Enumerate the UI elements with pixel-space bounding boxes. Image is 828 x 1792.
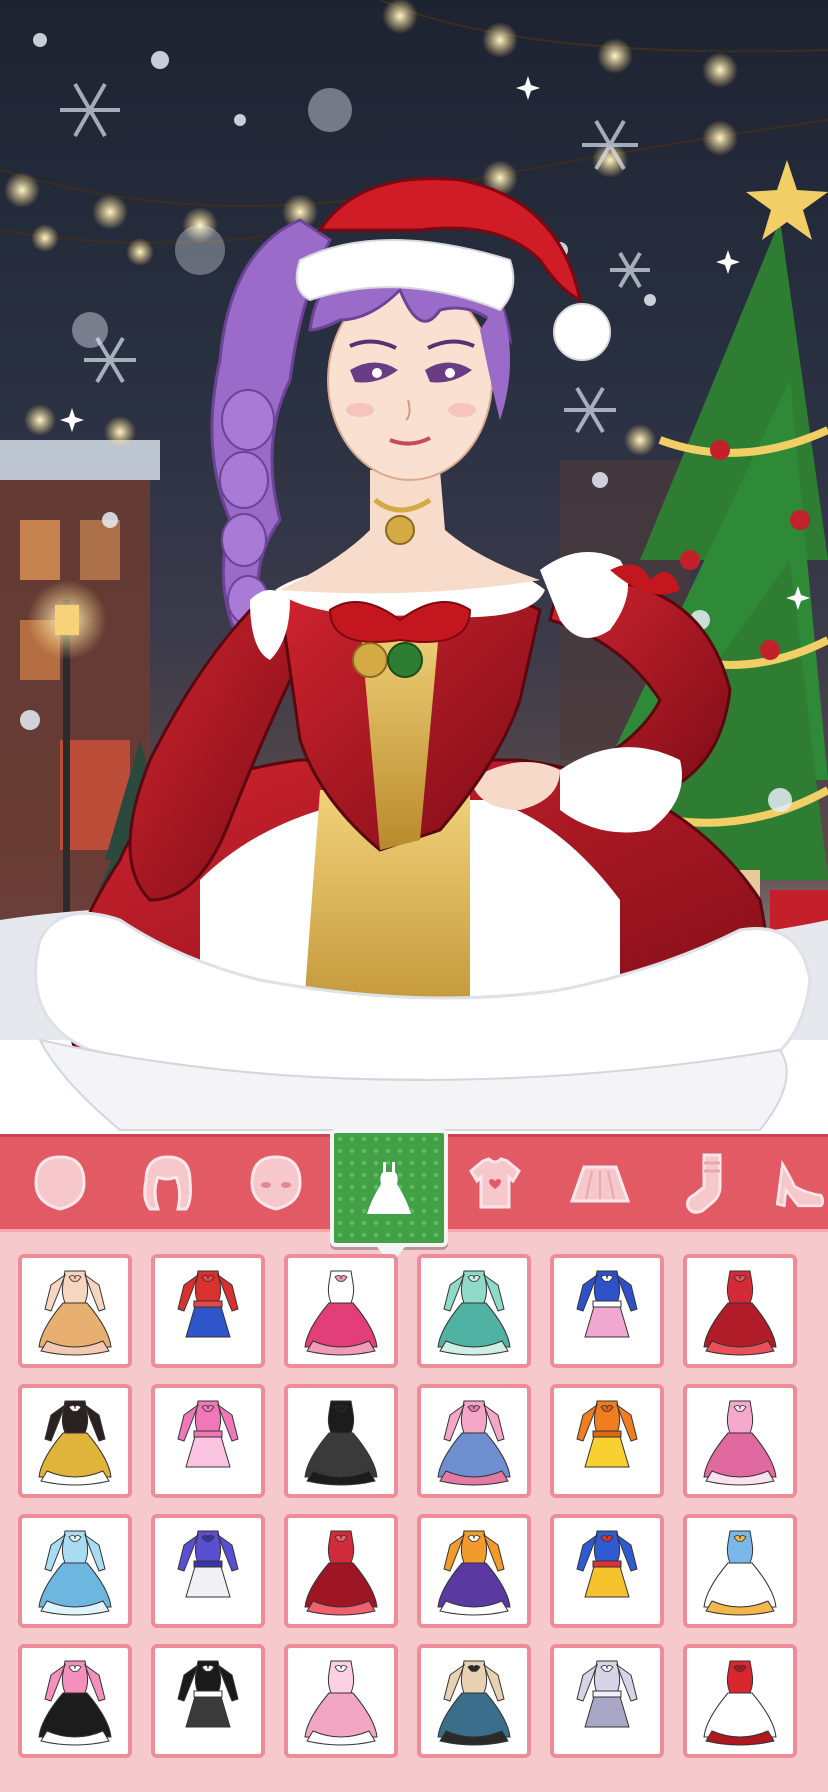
teal-cream-dress-thumbnail bbox=[437, 1660, 511, 1746]
outfit-item-blue-white-lolita-dress[interactable] bbox=[683, 1514, 797, 1628]
outfit-item-pink-ruffle-skirt-set[interactable] bbox=[284, 1254, 398, 1368]
outfit-item-mint-check-dress[interactable] bbox=[417, 1254, 531, 1368]
silver-satin-dress-thumbnail bbox=[576, 1660, 638, 1728]
skirt-icon bbox=[569, 1165, 631, 1203]
blue-white-lolita-dress-thumbnail bbox=[703, 1530, 777, 1616]
pink-bow-dress-thumbnail bbox=[703, 1400, 777, 1486]
outfit-item-blue-yellow-magical-dress[interactable] bbox=[550, 1514, 664, 1628]
outfit-item-pink-gingham-dress[interactable] bbox=[151, 1384, 265, 1498]
red-blue-jacket-shorts-thumbnail bbox=[177, 1270, 239, 1338]
mint-check-dress-thumbnail bbox=[437, 1270, 511, 1356]
outfit-item-silver-satin-dress[interactable] bbox=[550, 1644, 664, 1758]
orange-pinafore-dress-thumbnail bbox=[576, 1400, 638, 1468]
shoes-category[interactable] bbox=[772, 1145, 828, 1221]
blue-yellow-magical-dress-thumbnail bbox=[576, 1530, 638, 1598]
pink-ruffle-skirt-set-thumbnail bbox=[304, 1270, 378, 1356]
outfit-item-purple-jacket-white-skirt[interactable] bbox=[151, 1514, 265, 1628]
red-white-ruffle-dress-thumbnail bbox=[703, 1660, 777, 1746]
face-features-category[interactable] bbox=[236, 1145, 316, 1221]
top-category[interactable] bbox=[455, 1145, 535, 1221]
scene-artwork bbox=[0, 0, 828, 1134]
category-bar bbox=[0, 1129, 828, 1265]
outfit-item-red-white-ruffle-dress[interactable] bbox=[683, 1644, 797, 1758]
outfit-item-teal-cream-dress[interactable] bbox=[417, 1644, 531, 1758]
icy-blue-ballgown-thumbnail bbox=[38, 1530, 112, 1616]
blue-vest-plaid-skirt-thumbnail bbox=[576, 1270, 638, 1338]
face-features-icon bbox=[250, 1155, 302, 1211]
outfit-item-red-blue-jacket-shorts[interactable] bbox=[151, 1254, 265, 1368]
outfit-item-icy-blue-ballgown[interactable] bbox=[18, 1514, 132, 1628]
pastel-pink-frill-dress-thumbnail bbox=[304, 1660, 378, 1746]
outfit-grid bbox=[18, 1254, 810, 1758]
hair-icon bbox=[143, 1155, 192, 1211]
face-shape-icon bbox=[34, 1155, 86, 1211]
outfit-item-blue-vest-plaid-skirt[interactable] bbox=[550, 1254, 664, 1368]
outfit-item-peach-angel-dress[interactable] bbox=[18, 1254, 132, 1368]
skirt-category[interactable] bbox=[560, 1145, 640, 1221]
outfit-item-black-lace-gown[interactable] bbox=[284, 1384, 398, 1498]
outfit-item-pink-blouse-denim-skirt[interactable] bbox=[417, 1384, 531, 1498]
pink-blouse-denim-skirt-thumbnail bbox=[437, 1400, 511, 1486]
black-leather-jacket-set-thumbnail bbox=[177, 1660, 239, 1728]
pink-top-black-skirt-thumbnail bbox=[38, 1660, 112, 1746]
outfit-item-orange-pinafore-dress[interactable] bbox=[550, 1384, 664, 1498]
dress-icon bbox=[367, 1162, 411, 1214]
heel-shoe-icon bbox=[775, 1159, 825, 1208]
sock-icon bbox=[686, 1153, 722, 1214]
red-tiered-dress-thumbnail bbox=[703, 1270, 777, 1356]
peach-angel-dress-thumbnail bbox=[38, 1270, 112, 1356]
outfit-item-pink-top-black-skirt[interactable] bbox=[18, 1644, 132, 1758]
red-rose-gown-thumbnail bbox=[304, 1530, 378, 1616]
outfit-item-orange-purple-idol-dress[interactable] bbox=[417, 1514, 531, 1628]
socks-category[interactable] bbox=[666, 1145, 746, 1221]
outfit-item-red-rose-gown[interactable] bbox=[284, 1514, 398, 1628]
orange-purple-idol-dress-thumbnail bbox=[437, 1530, 511, 1616]
outfit-item-red-tiered-dress[interactable] bbox=[683, 1254, 797, 1368]
black-gold-coat-dress-thumbnail bbox=[38, 1400, 112, 1486]
face-shape-category[interactable] bbox=[20, 1145, 100, 1221]
outfit-item-pastel-pink-frill-dress[interactable] bbox=[284, 1644, 398, 1758]
outfit-item-black-gold-coat-dress[interactable] bbox=[18, 1384, 132, 1498]
hair-category[interactable] bbox=[128, 1145, 208, 1221]
pink-gingham-dress-thumbnail bbox=[177, 1400, 239, 1468]
character bbox=[34, 177, 812, 1131]
outfit-item-pink-bow-dress[interactable] bbox=[683, 1384, 797, 1498]
dress-up-scene bbox=[0, 0, 828, 1134]
shirt-icon bbox=[469, 1157, 521, 1209]
purple-jacket-white-skirt-thumbnail bbox=[177, 1530, 239, 1598]
black-lace-gown-thumbnail bbox=[304, 1400, 378, 1486]
outfit-item-black-leather-jacket-set[interactable] bbox=[151, 1644, 265, 1758]
dress-category-active[interactable] bbox=[330, 1129, 448, 1265]
